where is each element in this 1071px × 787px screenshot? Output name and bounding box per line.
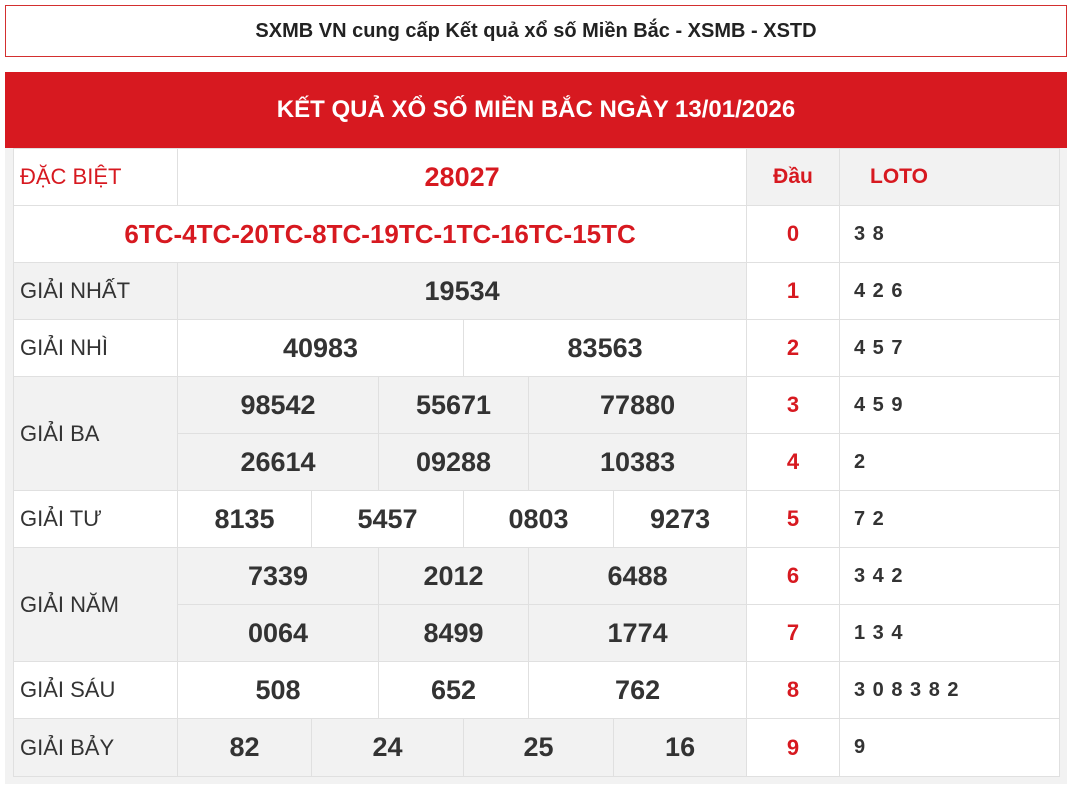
loto-nums-4: 2 (839, 433, 1060, 491)
value-third-3: 26614 (177, 433, 379, 491)
loto-label: LOTO (839, 148, 1060, 206)
loto-nums-2: 4 5 7 (839, 319, 1060, 377)
loto-head-7: 7 (746, 604, 840, 662)
loto-nums-5: 7 2 (839, 490, 1060, 548)
loto-row: 6 3 4 2 (746, 547, 1060, 605)
loto-row: 9 9 (746, 718, 1060, 777)
loto-nums-9: 9 (839, 718, 1060, 777)
loto-head-8: 8 (746, 661, 840, 719)
loto-row: 7 1 3 4 (746, 604, 1060, 662)
row-sixth: GIẢI SÁU 508 652 762 (13, 661, 748, 719)
special-codes: 6TC-4TC-20TC-8TC-19TC-1TC-16TC-15TC (12, 205, 748, 263)
value-fifth-2: 6488 (527, 547, 748, 605)
value-sixth-2: 762 (527, 661, 748, 719)
value-fifth-1: 2012 (378, 547, 529, 605)
value-first-0: 19534 (176, 262, 748, 320)
row-seventh: GIẢI BẢY 82 24 25 16 (13, 718, 748, 777)
loto-row: 0 3 8 (746, 205, 1060, 263)
loto-header-row: Đầu LOTO (746, 148, 1060, 206)
loto-row: 2 4 5 7 (746, 319, 1060, 377)
label-fourth: GIẢI TƯ (13, 490, 178, 548)
loto-head-1: 1 (746, 262, 840, 320)
loto-nums-1: 4 2 6 (839, 262, 1060, 320)
row-first: GIẢI NHẤT 19534 (13, 262, 748, 320)
value-third-5: 10383 (527, 433, 748, 491)
label-special: ĐẶC BIỆT (13, 148, 178, 206)
loto-head-4: 4 (746, 433, 840, 491)
loto-head-9: 9 (746, 718, 840, 777)
loto-head-6: 6 (746, 547, 840, 605)
loto-nums-0: 3 8 (839, 205, 1060, 263)
loto-head-5: 5 (746, 490, 840, 548)
loto-head-3: 3 (746, 376, 840, 434)
page-title-text: SXMB VN cung cấp Kết quả xổ số Miền Bắc … (255, 19, 817, 42)
value-seventh-1: 24 (311, 718, 464, 777)
value-fifth-0: 7339 (177, 547, 379, 605)
loto-table: Đầu LOTO 0 3 8 1 4 2 6 2 4 5 7 3 4 5 9 4… (746, 148, 1060, 777)
value-fourth-0: 8135 (177, 490, 312, 548)
value-seventh-0: 82 (177, 718, 312, 777)
row-second: GIẢI NHÌ 40983 83563 (13, 319, 748, 377)
value-fourth-3: 9273 (612, 490, 748, 548)
loto-nums-3: 4 5 9 (839, 376, 1060, 434)
page-title: SXMB VN cung cấp Kết quả xổ số Miền Bắc … (5, 5, 1067, 57)
label-second: GIẢI NHÌ (13, 319, 178, 377)
row-fifth-a: GIẢI NĂM 7339 2012 6488 (13, 547, 748, 662)
label-fifth: GIẢI NĂM (13, 547, 178, 662)
loto-head-label: Đầu (746, 148, 840, 206)
value-third-2: 77880 (527, 376, 748, 434)
value-second-1: 83563 (462, 319, 748, 377)
loto-row: 5 7 2 (746, 490, 1060, 548)
results-table: ĐẶC BIỆT 28027 6TC-4TC-20TC-8TC-19TC-1TC… (12, 148, 748, 777)
row-special: ĐẶC BIỆT 28027 (13, 148, 748, 206)
value-fourth-2: 0803 (463, 490, 614, 548)
value-fourth-1: 5457 (311, 490, 464, 548)
label-third: GIẢI BA (13, 376, 178, 491)
value-second-0: 40983 (177, 319, 464, 377)
label-seventh: GIẢI BẢY (13, 718, 178, 777)
value-fifth-3: 0064 (177, 604, 379, 662)
value-special: 28027 (176, 148, 748, 206)
loto-row: 3 4 5 9 (746, 376, 1060, 434)
label-first: GIẢI NHẤT (13, 262, 178, 320)
value-third-4: 09288 (378, 433, 529, 491)
loto-nums-8: 3 0 8 3 8 2 (839, 661, 1060, 719)
loto-row: 1 4 2 6 (746, 262, 1060, 320)
loto-head-2: 2 (746, 319, 840, 377)
row-third-a: GIẢI BA 98542 55671 77880 (13, 376, 748, 491)
loto-row: 8 3 0 8 3 8 2 (746, 661, 1060, 719)
loto-nums-6: 3 4 2 (839, 547, 1060, 605)
value-sixth-0: 508 (177, 661, 379, 719)
label-sixth: GIẢI SÁU (13, 661, 178, 719)
value-seventh-2: 25 (463, 718, 614, 777)
results-panel: KẾT QUẢ XỔ SỐ MIỀN BẮC NGÀY 13/01/2026 Đ… (5, 72, 1067, 784)
row-codes: 6TC-4TC-20TC-8TC-19TC-1TC-16TC-15TC (12, 205, 748, 263)
results-banner-title: KẾT QUẢ XỔ SỐ MIỀN BẮC NGÀY 13/01/2026 (276, 96, 796, 123)
results-banner: KẾT QUẢ XỔ SỐ MIỀN BẮC NGÀY 13/01/2026 (5, 72, 1067, 148)
value-seventh-3: 16 (612, 718, 748, 777)
value-third-0: 98542 (177, 376, 379, 434)
value-third-1: 55671 (378, 376, 529, 434)
loto-nums-7: 1 3 4 (839, 604, 1060, 662)
value-sixth-1: 652 (378, 661, 529, 719)
row-fourth: GIẢI TƯ 8135 5457 0803 9273 (13, 490, 748, 548)
value-fifth-5: 1774 (527, 604, 748, 662)
loto-head-0: 0 (746, 205, 840, 263)
loto-row: 4 2 (746, 433, 1060, 491)
value-fifth-4: 8499 (378, 604, 529, 662)
